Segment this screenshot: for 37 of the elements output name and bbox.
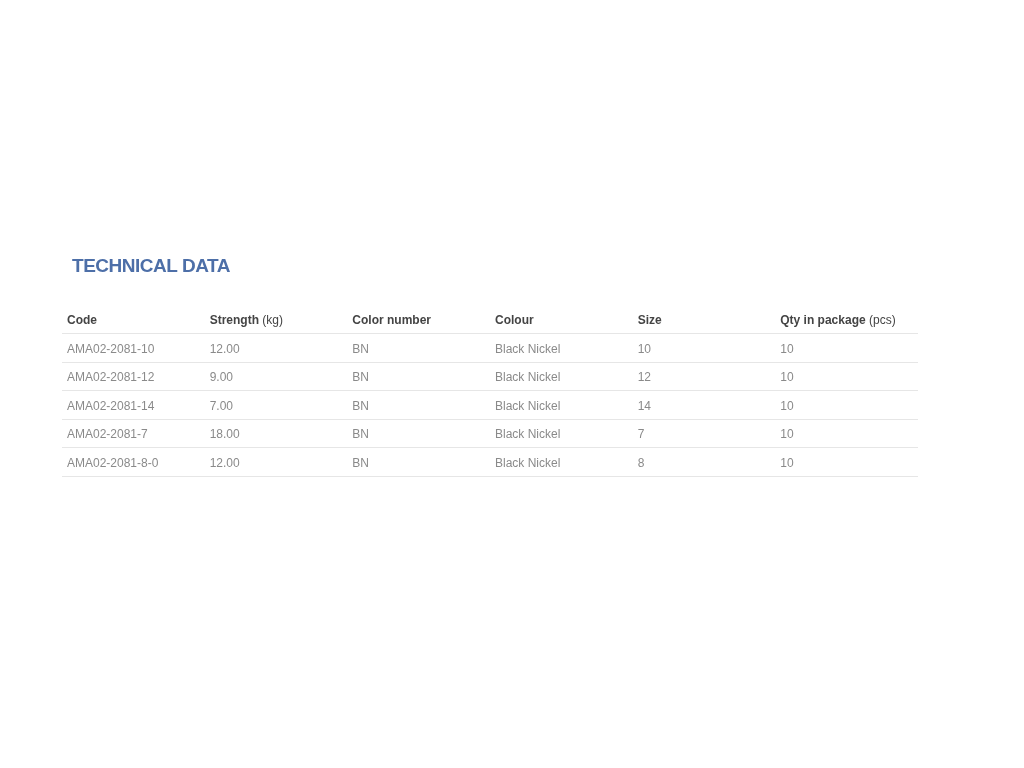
column-header: Colour: [494, 312, 534, 327]
table-cell: 10: [780, 427, 794, 442]
table-cell: Black Nickel: [494, 427, 561, 442]
table-cell: 12: [637, 370, 651, 385]
table-cell: 18.00: [209, 427, 240, 442]
column-header: Strength (kg): [209, 312, 283, 327]
table-cell: AMA02-2081-14: [67, 398, 155, 413]
table-cell: 7: [637, 427, 645, 442]
table-cell: 10: [780, 455, 794, 470]
table-cell: Black Nickel: [494, 398, 561, 413]
table-cell: BN: [352, 341, 369, 356]
table-cell: 10: [780, 341, 794, 356]
table-cell: 7.00: [209, 398, 233, 413]
table-cell: BN: [352, 427, 369, 442]
table-cell: 12.00: [209, 455, 240, 470]
table-cell: Black Nickel: [494, 455, 561, 470]
section-title: TECHNICAL DATA: [72, 254, 230, 278]
column-header: Color number: [352, 312, 431, 327]
column-header: Size: [637, 312, 662, 327]
table-cell: 8: [637, 455, 645, 470]
table-cell: Black Nickel: [494, 341, 561, 356]
table-cell: 10: [780, 398, 794, 413]
table-cell: 9.00: [209, 370, 233, 385]
table-cell: 10: [637, 341, 651, 356]
table-cell: 10: [780, 370, 794, 385]
table-cell: AMA02-2081-10: [67, 341, 155, 356]
column-header: Qty in package (pcs): [780, 312, 896, 327]
table-cell: AMA02-2081-12: [67, 370, 155, 385]
table-cell: AMA02-2081-8-0: [67, 455, 159, 470]
table-cell: 12.00: [209, 341, 240, 356]
table-cell: BN: [352, 398, 369, 413]
table-cell: 14: [637, 398, 651, 413]
table-cell: BN: [352, 455, 369, 470]
table-cell: BN: [352, 370, 369, 385]
table-cell: Black Nickel: [494, 370, 561, 385]
table-cell: AMA02-2081-7: [67, 427, 148, 442]
column-header: Code: [67, 312, 97, 327]
